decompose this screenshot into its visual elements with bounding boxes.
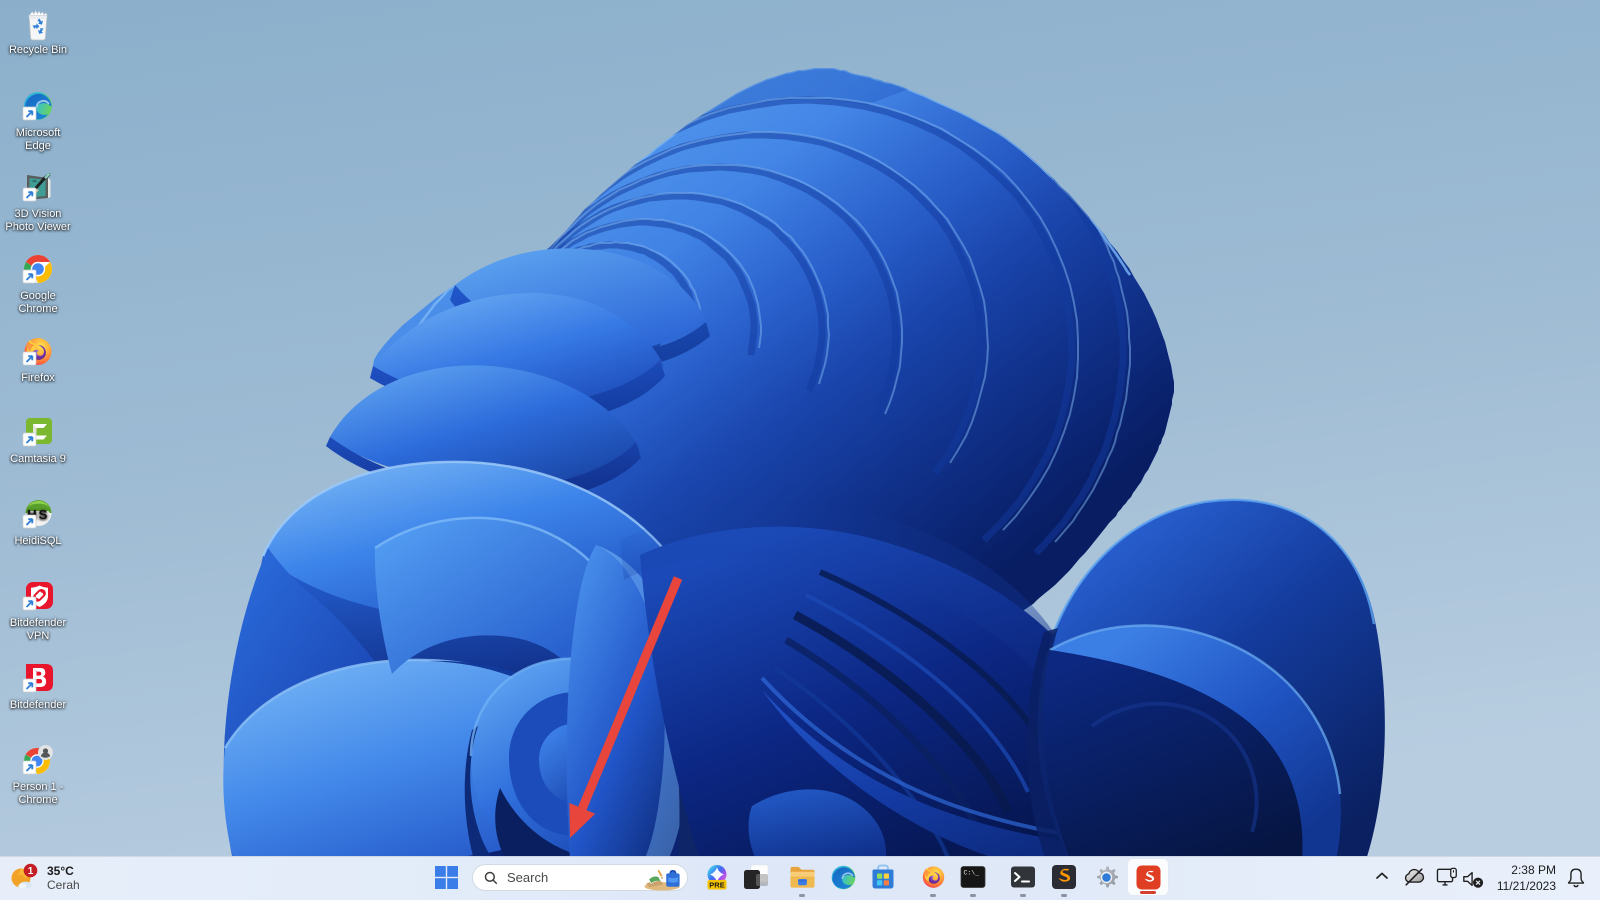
svg-text:S: S — [39, 507, 48, 522]
svg-text:PRE: PRE — [709, 880, 724, 889]
svg-text:1: 1 — [28, 866, 34, 877]
svg-text:C:\_: C:\_ — [964, 870, 980, 877]
